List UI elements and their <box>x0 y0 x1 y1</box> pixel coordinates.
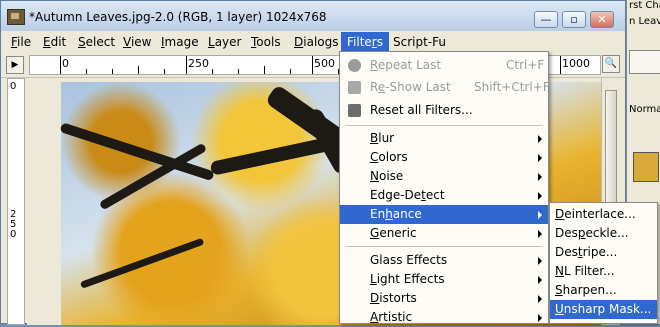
reset-icon <box>348 104 361 117</box>
ruler-label: 0 <box>62 57 69 70</box>
menu-item-noise[interactable]: Noise <box>340 167 548 186</box>
menu-separator <box>346 125 542 126</box>
layer-mode-label: Norma <box>629 104 660 115</box>
zoom-icon[interactable]: 🔍 <box>602 55 620 73</box>
image-window-icon <box>7 9 25 25</box>
menu-item-artistic[interactable]: Artistic <box>340 308 548 327</box>
menu-item-glass-effects[interactable]: Glass Effects <box>340 251 548 270</box>
submenu-arrow-icon <box>538 257 542 265</box>
layer-thumbnail[interactable] <box>633 152 659 182</box>
title-bar: *Autumn Leaves.jpg-2.0 (RGB, 1 layer) 10… <box>1 1 625 31</box>
menu-script-fu[interactable]: Script-Fu <box>393 35 446 49</box>
menu-edit[interactable]: Edit <box>43 35 66 49</box>
menu-item-blur[interactable]: Blur <box>340 129 548 148</box>
menu-item-repeat-last[interactable]: Repeat Last Ctrl+F <box>340 56 548 75</box>
menu-item-destripe[interactable]: Destripe... <box>550 243 657 262</box>
submenu-arrow-icon <box>538 135 542 143</box>
submenu-arrow-icon <box>538 230 542 238</box>
ruler-label: 500 <box>314 57 335 70</box>
menu-item-light-effects[interactable]: Light Effects <box>340 270 548 289</box>
maximize-button[interactable]: ▫ <box>562 11 586 28</box>
menu-item-nl-filter[interactable]: NL Filter... <box>550 262 657 281</box>
image-name-label: n Leav <box>629 16 660 27</box>
window-title: *Autumn Leaves.jpg-2.0 (RGB, 1 layer) 10… <box>29 10 327 24</box>
menu-bar: File Edit Select View Image Layer Tools … <box>1 32 625 52</box>
menu-filters[interactable]: Filters <box>341 32 389 52</box>
enhance-submenu: Deinterlace... Despeckle... Destripe... … <box>549 202 658 324</box>
menu-layer[interactable]: Layer <box>208 35 241 49</box>
menu-image[interactable]: Image <box>161 35 199 49</box>
menu-item-unsharp-mask[interactable]: Unsharp Mask... <box>550 300 657 319</box>
menu-select[interactable]: Select <box>78 35 115 49</box>
submenu-arrow-icon <box>538 211 542 219</box>
submenu-arrow-icon <box>538 154 542 162</box>
menu-separator <box>346 246 542 247</box>
menu-item-sharpen[interactable]: Sharpen... <box>550 281 657 300</box>
ruler-label: 0 <box>10 81 17 92</box>
ruler-label: 0 <box>10 229 17 240</box>
minimize-button[interactable]: — <box>534 11 558 28</box>
ruler-label: 1000 <box>562 57 590 70</box>
menu-item-colors[interactable]: Colors <box>340 148 548 167</box>
menu-item-edge-detect[interactable]: Edge-Detect <box>340 186 548 205</box>
submenu-arrow-icon <box>538 314 542 322</box>
shortcut: Ctrl+F <box>506 58 545 72</box>
menu-tools[interactable]: Tools <box>251 35 281 49</box>
menu-file[interactable]: File <box>11 35 31 49</box>
filters-menu: Repeat Last Ctrl+F Re-Show Last Shift+Ct… <box>339 51 550 327</box>
quick-mask-toggle[interactable]: ▶ <box>6 56 24 74</box>
submenu-arrow-icon <box>538 192 542 200</box>
menu-dialogs[interactable]: Dialogs <box>294 35 338 49</box>
submenu-arrow-icon <box>538 295 542 303</box>
shortcut: Shift+Ctrl+F <box>474 80 550 94</box>
menu-item-reset-all-filters[interactable]: Reset all Filters... <box>340 101 548 120</box>
menu-item-generic[interactable]: Generic <box>340 224 548 243</box>
channel-label: rst Chann <box>629 0 660 11</box>
vertical-ruler: 0 2 5 0 <box>7 78 25 325</box>
menu-item-reshow-last[interactable]: Re-Show Last Shift+Ctrl+F <box>340 78 550 97</box>
submenu-arrow-icon <box>538 276 542 284</box>
repeat-icon <box>348 59 361 72</box>
paths-tool-icon[interactable] <box>629 50 660 74</box>
close-button[interactable]: ✕ <box>590 11 614 28</box>
menu-item-distorts[interactable]: Distorts <box>340 289 548 308</box>
reshow-icon <box>348 81 361 94</box>
menu-item-despeckle[interactable]: Despeckle... <box>550 224 657 243</box>
ruler-label: 250 <box>188 57 209 70</box>
menu-item-enhance[interactable]: Enhance <box>340 205 548 224</box>
menu-item-deinterlace[interactable]: Deinterlace... <box>550 205 657 224</box>
submenu-arrow-icon <box>538 173 542 181</box>
menu-view[interactable]: View <box>123 35 151 49</box>
